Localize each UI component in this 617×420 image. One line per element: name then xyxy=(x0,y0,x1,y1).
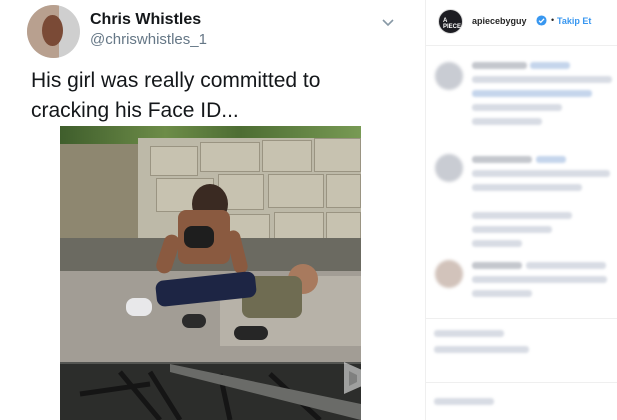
comment-blurred-text xyxy=(530,62,570,69)
instagram-sidebar: A PIECE apiecebyguy • Takip Et xyxy=(425,0,617,420)
blurred-text xyxy=(434,346,529,353)
tweet-media-photo[interactable] xyxy=(60,126,361,420)
comment-blurred-text xyxy=(472,226,552,233)
post-actions-area xyxy=(426,326,617,366)
section-divider xyxy=(426,382,617,383)
comment-item xyxy=(426,150,617,250)
comment-blurred-text xyxy=(472,104,562,111)
comment-input-area[interactable] xyxy=(426,392,617,412)
comment-item xyxy=(426,56,617,136)
comment-blurred-text xyxy=(472,170,610,177)
tweet-display-name[interactable]: Chris Whistles xyxy=(90,11,201,29)
instagram-username[interactable]: apiecebyguy xyxy=(472,16,527,26)
comment-blurred-text xyxy=(472,212,572,219)
comment-blurred-text xyxy=(472,156,532,163)
comment-blurred-text xyxy=(472,240,522,247)
comment-blurred-text xyxy=(472,290,532,297)
comment-blurred-text xyxy=(526,262,606,269)
separator-dot: • xyxy=(551,15,555,25)
comment-blurred-text xyxy=(536,156,566,163)
comment-blurred-text xyxy=(472,62,527,69)
blurred-text xyxy=(434,330,504,337)
comment-blurred-text xyxy=(472,262,522,269)
comment-blurred-text xyxy=(472,76,612,83)
railing-shape xyxy=(79,364,361,420)
avatar-label: A PIECE xyxy=(443,18,462,30)
comment-item xyxy=(426,256,617,316)
tweet-card: Chris Whistles @chriswhistles_1 His girl… xyxy=(0,0,425,420)
comment-avatar[interactable] xyxy=(435,260,463,288)
comment-avatar[interactable] xyxy=(435,154,463,182)
instagram-post-header: A PIECE apiecebyguy • Takip Et xyxy=(426,0,617,46)
tweet-handle[interactable]: @chriswhistles_1 xyxy=(90,31,207,48)
comment-blurred-text xyxy=(472,118,542,125)
instagram-profile-avatar[interactable]: A PIECE xyxy=(438,9,463,34)
blurred-text xyxy=(434,398,494,405)
tweet-text: His girl was really committed to crackin… xyxy=(31,69,321,122)
section-divider xyxy=(426,318,617,319)
follow-button[interactable]: Takip Et xyxy=(557,16,591,26)
comment-avatar[interactable] xyxy=(435,62,463,90)
comment-blurred-text xyxy=(472,184,582,191)
chevron-down-icon[interactable] xyxy=(381,15,395,29)
comment-blurred-text xyxy=(472,90,592,97)
comment-blurred-text xyxy=(472,276,607,283)
verified-badge-icon xyxy=(536,15,547,26)
watermark-logo-icon xyxy=(344,362,362,394)
tweet-author-avatar[interactable] xyxy=(27,5,80,58)
